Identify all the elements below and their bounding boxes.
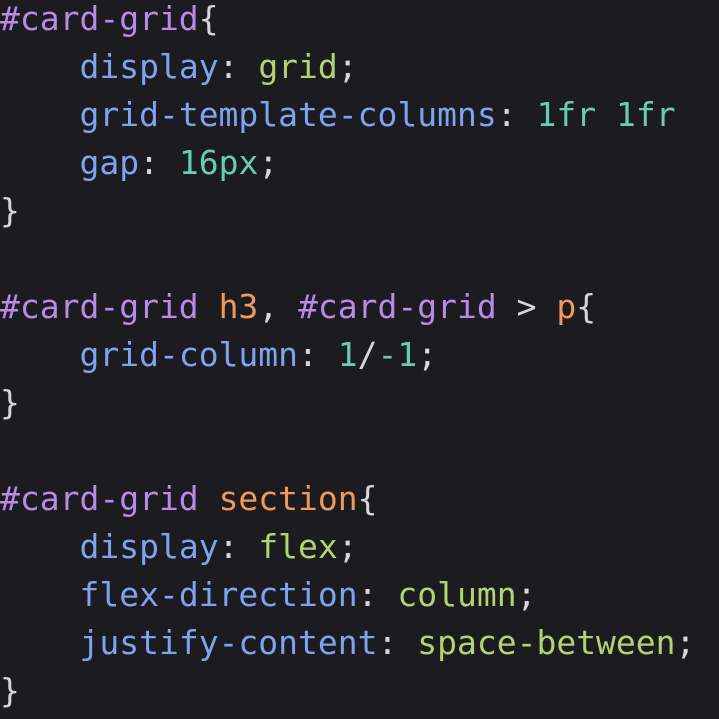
element-token: p (556, 287, 577, 326)
punctuation-token (199, 287, 219, 326)
code-line: justify-content: space-between; (0, 619, 719, 667)
code-line: grid-template-columns: 1fr 1fr (0, 91, 719, 139)
code-line: display: flex; (0, 523, 719, 571)
punctuation-token: { (357, 479, 378, 518)
punctuation-token: } (0, 383, 20, 422)
code-line: #card-grid h3, #card-grid > p{ (0, 283, 719, 331)
punctuation-token (0, 143, 79, 182)
value-token: space-between (417, 623, 676, 662)
selector-token: #card-grid (0, 0, 199, 38)
punctuation-token: { (198, 0, 219, 38)
punctuation-token (0, 575, 79, 614)
punctuation-token: : (139, 143, 179, 182)
punctuation-token: : (377, 623, 418, 662)
property-token: grid-template-columns (79, 95, 497, 134)
selector-token: #card-grid (0, 287, 199, 326)
selector-token: #card-grid (0, 479, 199, 518)
punctuation-token (0, 623, 79, 662)
punctuation-token: : (357, 575, 398, 614)
number-token: 1fr (536, 95, 597, 134)
code-line: } (0, 187, 719, 235)
property-token: flex-direction (79, 575, 358, 614)
punctuation-token: } (0, 671, 20, 710)
punctuation-token: } (0, 191, 20, 230)
punctuation-token: ; (675, 623, 696, 662)
punctuation-token: > (496, 287, 557, 326)
element-token: section (218, 479, 358, 518)
selector-token: #card-grid (298, 287, 497, 326)
punctuation-token: / (357, 335, 378, 374)
code-line: } (0, 379, 719, 427)
punctuation-token: ; (337, 47, 358, 86)
punctuation-token (199, 479, 219, 518)
number-token: 16px (178, 143, 259, 182)
punctuation-token (0, 335, 79, 374)
code-line: display: grid; (0, 43, 719, 91)
property-token: gap (79, 143, 140, 182)
property-token: justify-content (79, 623, 378, 662)
property-token: display (79, 527, 219, 566)
punctuation-token: : (496, 95, 537, 134)
code-line: #card-grid section{ (0, 475, 719, 523)
number-token: -1 (377, 335, 418, 374)
punctuation-token: : (218, 47, 259, 86)
element-token: h3 (218, 287, 259, 326)
punctuation-token: : (218, 527, 259, 566)
code-line: gap: 16px; (0, 139, 719, 187)
value-token: flex (258, 527, 338, 566)
value-token: column (397, 575, 517, 614)
punctuation-token (0, 95, 79, 134)
value-token: grid (258, 47, 338, 86)
number-token: 1 (337, 335, 358, 374)
punctuation-token (0, 527, 79, 566)
code-line: grid-column: 1/-1; (0, 331, 719, 379)
property-token: grid-column (79, 335, 299, 374)
number-token: 1fr (615, 95, 676, 134)
code-line: } (0, 667, 719, 715)
punctuation-token (596, 95, 616, 134)
code-line: #card-grid{ (0, 0, 719, 43)
punctuation-token: ; (417, 335, 438, 374)
code-editor[interactable]: #card-grid{ display: grid; grid-template… (0, 0, 719, 719)
punctuation-token: { (576, 287, 597, 326)
punctuation-token: : (298, 335, 338, 374)
punctuation-token (0, 47, 79, 86)
punctuation-token: ; (337, 527, 358, 566)
punctuation-token: ; (258, 143, 279, 182)
punctuation-token: , (258, 287, 299, 326)
punctuation-token: ; (516, 575, 537, 614)
code-line: flex-direction: column; (0, 571, 719, 619)
property-token: display (79, 47, 219, 86)
